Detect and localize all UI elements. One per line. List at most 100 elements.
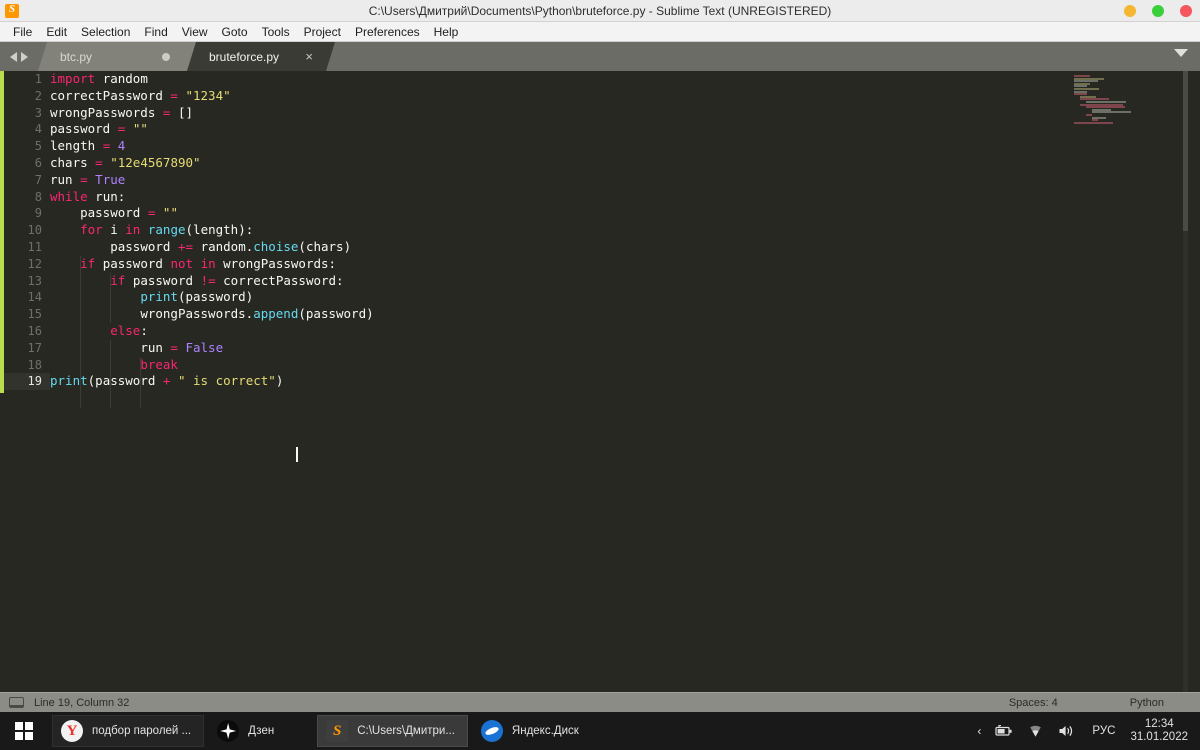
yandex-disk-icon — [480, 720, 503, 742]
code-line[interactable]: run = False — [50, 340, 1060, 357]
line-number-gutter: 1 2 3 4 5 6 7 8 9 10 11 12 13 14 15 16 17 18 19 — [4, 71, 50, 692]
code-line[interactable]: while run: — [50, 189, 1060, 206]
text-cursor — [296, 447, 298, 462]
minimize-button[interactable] — [1124, 5, 1136, 17]
tab-btc-py[interactable]: btc.py — [38, 42, 196, 71]
close-icon[interactable]: × — [305, 50, 313, 63]
taskbar-item-sublime-text[interactable]: C:\Users\Дмитри... — [317, 715, 468, 747]
taskbar-item-yandex-browser[interactable]: подбор паролей ... — [52, 715, 205, 747]
code-line[interactable]: print(password + " is correct") — [50, 373, 1060, 390]
minimap-scrollbar-thumb[interactable] — [1183, 71, 1188, 231]
code-line[interactable]: import random — [50, 71, 1060, 88]
menu-item-tools[interactable]: Tools — [255, 23, 297, 41]
minimap[interactable] — [1060, 71, 1188, 692]
maximize-button[interactable] — [1152, 5, 1164, 17]
line-number: 17 — [27, 340, 42, 355]
tab-nav-arrows — [0, 42, 38, 71]
menu-item-preferences[interactable]: Preferences — [348, 23, 427, 41]
syntax-status[interactable]: Python — [1130, 697, 1164, 709]
menu-item-find[interactable]: Find — [137, 23, 174, 41]
window-title: C:\Users\Дмитрий\Documents\Python\brutef… — [368, 4, 832, 18]
line-number: 13 — [27, 273, 42, 288]
menu-item-view[interactable]: View — [175, 23, 215, 41]
code-line[interactable]: length = 4 — [50, 138, 1060, 155]
code-line[interactable]: if password != correctPassword: — [50, 273, 1060, 290]
line-number: 10 — [27, 223, 42, 238]
line-number: 8 — [34, 189, 42, 204]
code-line[interactable]: password += random.choise(chars) — [50, 239, 1060, 256]
code-line[interactable]: else: — [50, 323, 1060, 340]
line-number: 18 — [27, 357, 42, 372]
line-number: 11 — [27, 239, 42, 254]
status-bar-right: Spaces: 4 Python — [1009, 693, 1200, 713]
minimap-line — [1074, 121, 1113, 124]
nav-prev-icon[interactable] — [10, 51, 17, 62]
tray-expand-chevron-icon[interactable]: ‹ — [970, 712, 988, 750]
menu-bar: File Edit Selection Find View Goto Tools… — [0, 22, 1200, 42]
line-number: 12 — [27, 256, 42, 271]
code-line[interactable]: run = True — [50, 172, 1060, 189]
code-line[interactable]: wrongPasswords.append(password) — [50, 306, 1060, 323]
nav-next-icon[interactable] — [21, 51, 28, 62]
battery-icon[interactable] — [988, 712, 1020, 750]
line-number: 16 — [27, 323, 42, 338]
console-panel-icon[interactable] — [9, 697, 24, 708]
code-line[interactable]: break — [50, 357, 1060, 374]
code-line[interactable]: chars = "12e4567890" — [50, 155, 1060, 172]
line-number: 1 — [34, 72, 42, 86]
wifi-icon[interactable] — [1020, 712, 1051, 750]
line-number: 15 — [27, 307, 42, 322]
clock-time: 12:34 — [1144, 718, 1174, 730]
dzen-icon — [217, 720, 240, 742]
chevron-down-icon[interactable] — [1174, 49, 1188, 57]
menu-item-project[interactable]: Project — [297, 23, 348, 41]
menu-item-selection[interactable]: Selection — [74, 23, 137, 41]
taskbar-item-label: Дзен — [248, 725, 275, 737]
code-line[interactable]: if password not in wrongPasswords: — [50, 256, 1060, 273]
tab-bruteforce-py[interactable]: bruteforce.py × — [187, 42, 335, 71]
windows-start-icon[interactable] — [0, 712, 48, 750]
tab-label: btc.py — [60, 49, 93, 64]
volume-icon[interactable] — [1051, 712, 1083, 750]
sublime-text-icon — [326, 720, 349, 742]
unsaved-dot-icon — [162, 53, 170, 61]
title-bar: C:\Users\Дмитрий\Documents\Python\brutef… — [0, 0, 1200, 22]
system-tray: ‹ РУС 12:34 31.01.2022 — [970, 712, 1200, 750]
line-number: 9 — [34, 206, 42, 221]
code-line[interactable]: password = "" — [50, 121, 1060, 138]
code-line[interactable]: for i in range(length): — [50, 222, 1060, 239]
cursor-position-status: Line 19, Column 32 — [34, 696, 130, 709]
menu-item-goto[interactable]: Goto — [215, 23, 255, 41]
sublime-text-icon — [5, 3, 19, 18]
indentation-status[interactable]: Spaces: 4 — [1009, 697, 1058, 709]
code-content[interactable]: import random correctPassword = "1234" wro… — [50, 71, 1060, 692]
line-number: 7 — [34, 172, 42, 187]
line-number: 2 — [34, 88, 42, 103]
yandex-browser-icon — [61, 720, 83, 742]
menu-item-help[interactable]: Help — [427, 23, 466, 41]
minimap-line — [1092, 111, 1131, 114]
line-number: 4 — [34, 122, 42, 137]
code-line[interactable]: print(password) — [50, 289, 1060, 306]
taskbar-item-label: подбор паролей ... — [92, 725, 192, 737]
language-indicator[interactable]: РУС — [1083, 712, 1124, 750]
code-line[interactable]: wrongPasswords = [] — [50, 105, 1060, 122]
window-controls — [1124, 0, 1192, 22]
tab-bar: btc.py bruteforce.py × — [0, 42, 1200, 71]
taskbar-item-dzen[interactable]: Дзен — [208, 715, 287, 747]
taskbar-item-label: C:\Users\Дмитри... — [357, 725, 455, 737]
code-editor[interactable]: 1 2 3 4 5 6 7 8 9 10 11 12 13 14 15 16 17 18 19 import ran… — [0, 71, 1200, 692]
taskbar-item-yandex-disk[interactable]: Яндекс.Диск — [472, 715, 592, 747]
menu-item-file[interactable]: File — [6, 23, 39, 41]
clock[interactable]: 12:34 31.01.2022 — [1124, 712, 1200, 750]
menu-item-edit[interactable]: Edit — [39, 23, 74, 41]
taskbar: подбор паролей ... Дзен C:\Users\Дмитри.… — [0, 712, 1200, 750]
line-number: 5 — [34, 139, 42, 154]
minimap-scrollbar-track[interactable] — [1183, 71, 1188, 692]
line-number: 3 — [34, 105, 42, 120]
code-line[interactable]: correctPassword = "1234" — [50, 88, 1060, 105]
code-line[interactable]: password = "" — [50, 205, 1060, 222]
close-button[interactable] — [1180, 5, 1192, 17]
tab-label: bruteforce.py — [209, 49, 280, 64]
clock-date: 31.01.2022 — [1130, 731, 1188, 743]
